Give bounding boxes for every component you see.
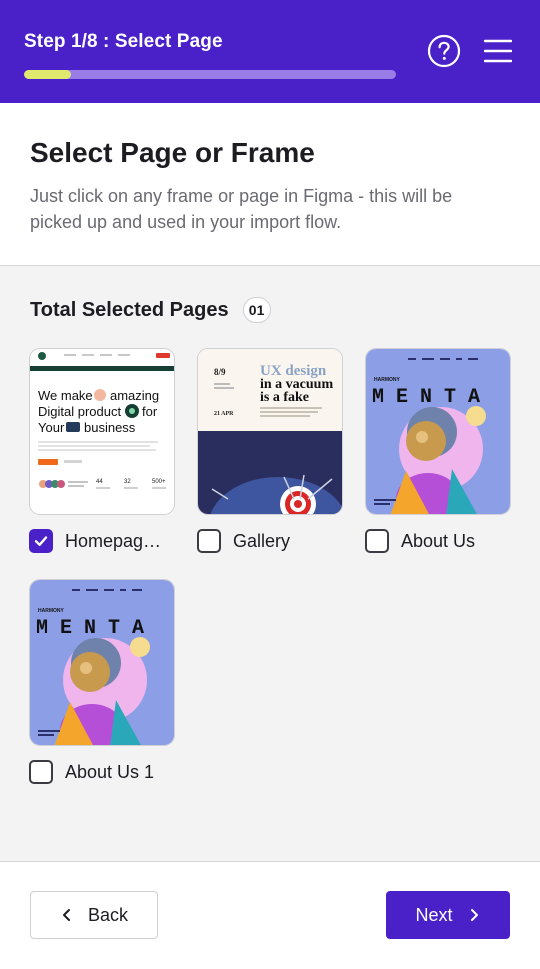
checkbox-unchecked[interactable] <box>197 529 221 553</box>
svg-text:M E N T A: M E N T A <box>372 386 480 409</box>
svg-text:Your: Your <box>38 420 65 435</box>
top-bar: Step 1/8 : Select Page <box>0 0 540 103</box>
svg-text:We make: We make <box>38 388 93 403</box>
svg-text:HARMONY: HARMONY <box>374 377 400 383</box>
page-thumbnail-about-us[interactable]: HARMONY M E N T A <box>365 348 511 515</box>
intro-section: Select Page or Frame Just click on any f… <box>0 103 540 266</box>
svg-text:8/9: 8/9 <box>214 367 226 377</box>
svg-text:32: 32 <box>124 479 131 485</box>
page-card-homepage[interactable]: We make amazing Digital product for Your… <box>29 348 175 553</box>
page-thumbnail-homepage[interactable]: We make amazing Digital product for Your… <box>29 348 175 515</box>
page-thumbnail-about-us-1[interactable]: HARMONY M E N T A <box>29 579 175 746</box>
svg-text:500+: 500+ <box>152 479 166 485</box>
next-button[interactable]: Next <box>386 891 510 939</box>
about-us-preview-image: HARMONY M E N T A <box>366 349 510 514</box>
selected-count-row: Total Selected Pages 01 <box>30 297 271 323</box>
selected-count-label: Total Selected Pages <box>30 298 229 321</box>
help-circle-icon[interactable] <box>427 34 461 68</box>
svg-text:for: for <box>142 404 158 419</box>
back-button[interactable]: Back <box>30 891 158 939</box>
svg-text:M E N T A: M E N T A <box>36 617 144 640</box>
page-label: Gallery <box>233 530 291 551</box>
about-us-1-preview-image: HARMONY M E N T A <box>30 580 174 745</box>
svg-text:is a fake: is a fake <box>260 390 309 405</box>
page-card-about-us[interactable]: HARMONY M E N T A About Us <box>365 348 511 553</box>
chevron-left-icon <box>62 909 70 921</box>
page-card-gallery[interactable]: 8/9 UX design in a vacuum is a fake 21 A… <box>197 348 343 553</box>
page-option-about-us[interactable]: About Us <box>365 529 525 553</box>
svg-text:44: 44 <box>96 479 103 485</box>
page-option-homepage[interactable]: Homepag… <box>29 529 189 553</box>
checkbox-unchecked[interactable] <box>365 529 389 553</box>
page-option-gallery[interactable]: Gallery <box>197 529 357 553</box>
footer-bar: Back Next <box>0 862 540 969</box>
gallery-preview-image: 8/9 UX design in a vacuum is a fake 21 A… <box>198 349 342 514</box>
chevron-right-icon <box>470 909 478 921</box>
page-thumbnail-gallery[interactable]: 8/9 UX design in a vacuum is a fake 21 A… <box>197 348 343 515</box>
svg-text:business: business <box>84 420 136 435</box>
checkbox-unchecked[interactable] <box>29 760 53 784</box>
hamburger-menu-icon[interactable] <box>484 38 512 64</box>
page-label: About Us 1 <box>65 761 155 782</box>
checkmark-icon <box>34 536 48 546</box>
page-description: Just click on any frame or page in Figma… <box>30 186 453 232</box>
step-title: Step 1/8 : Select Page <box>24 31 223 52</box>
svg-text:Digital product: Digital product <box>38 404 121 419</box>
page-card-about-us-1[interactable]: HARMONY M E N T A About Us 1 <box>29 579 175 784</box>
page-title: Select Page or Frame <box>30 137 315 168</box>
selected-count-badge: 01 <box>242 297 271 323</box>
homepage-preview-image: We make amazing Digital product for Your… <box>30 349 174 514</box>
page-selection-panel: Total Selected Pages 01 We make amazing … <box>0 266 540 862</box>
progress-bar <box>24 70 396 79</box>
svg-text:amazing: amazing <box>110 388 159 403</box>
page-label: About Us <box>401 530 476 551</box>
svg-text:21 APR: 21 APR <box>214 411 234 417</box>
svg-text:HARMONY: HARMONY <box>38 608 64 614</box>
checkbox-checked[interactable] <box>29 529 53 553</box>
progress-bar-fill <box>24 70 71 79</box>
next-button-label: Next <box>415 904 453 925</box>
page-label: Homepag… <box>65 530 162 551</box>
back-button-label: Back <box>87 904 129 925</box>
page-option-about-us-1[interactable]: About Us 1 <box>29 760 189 784</box>
